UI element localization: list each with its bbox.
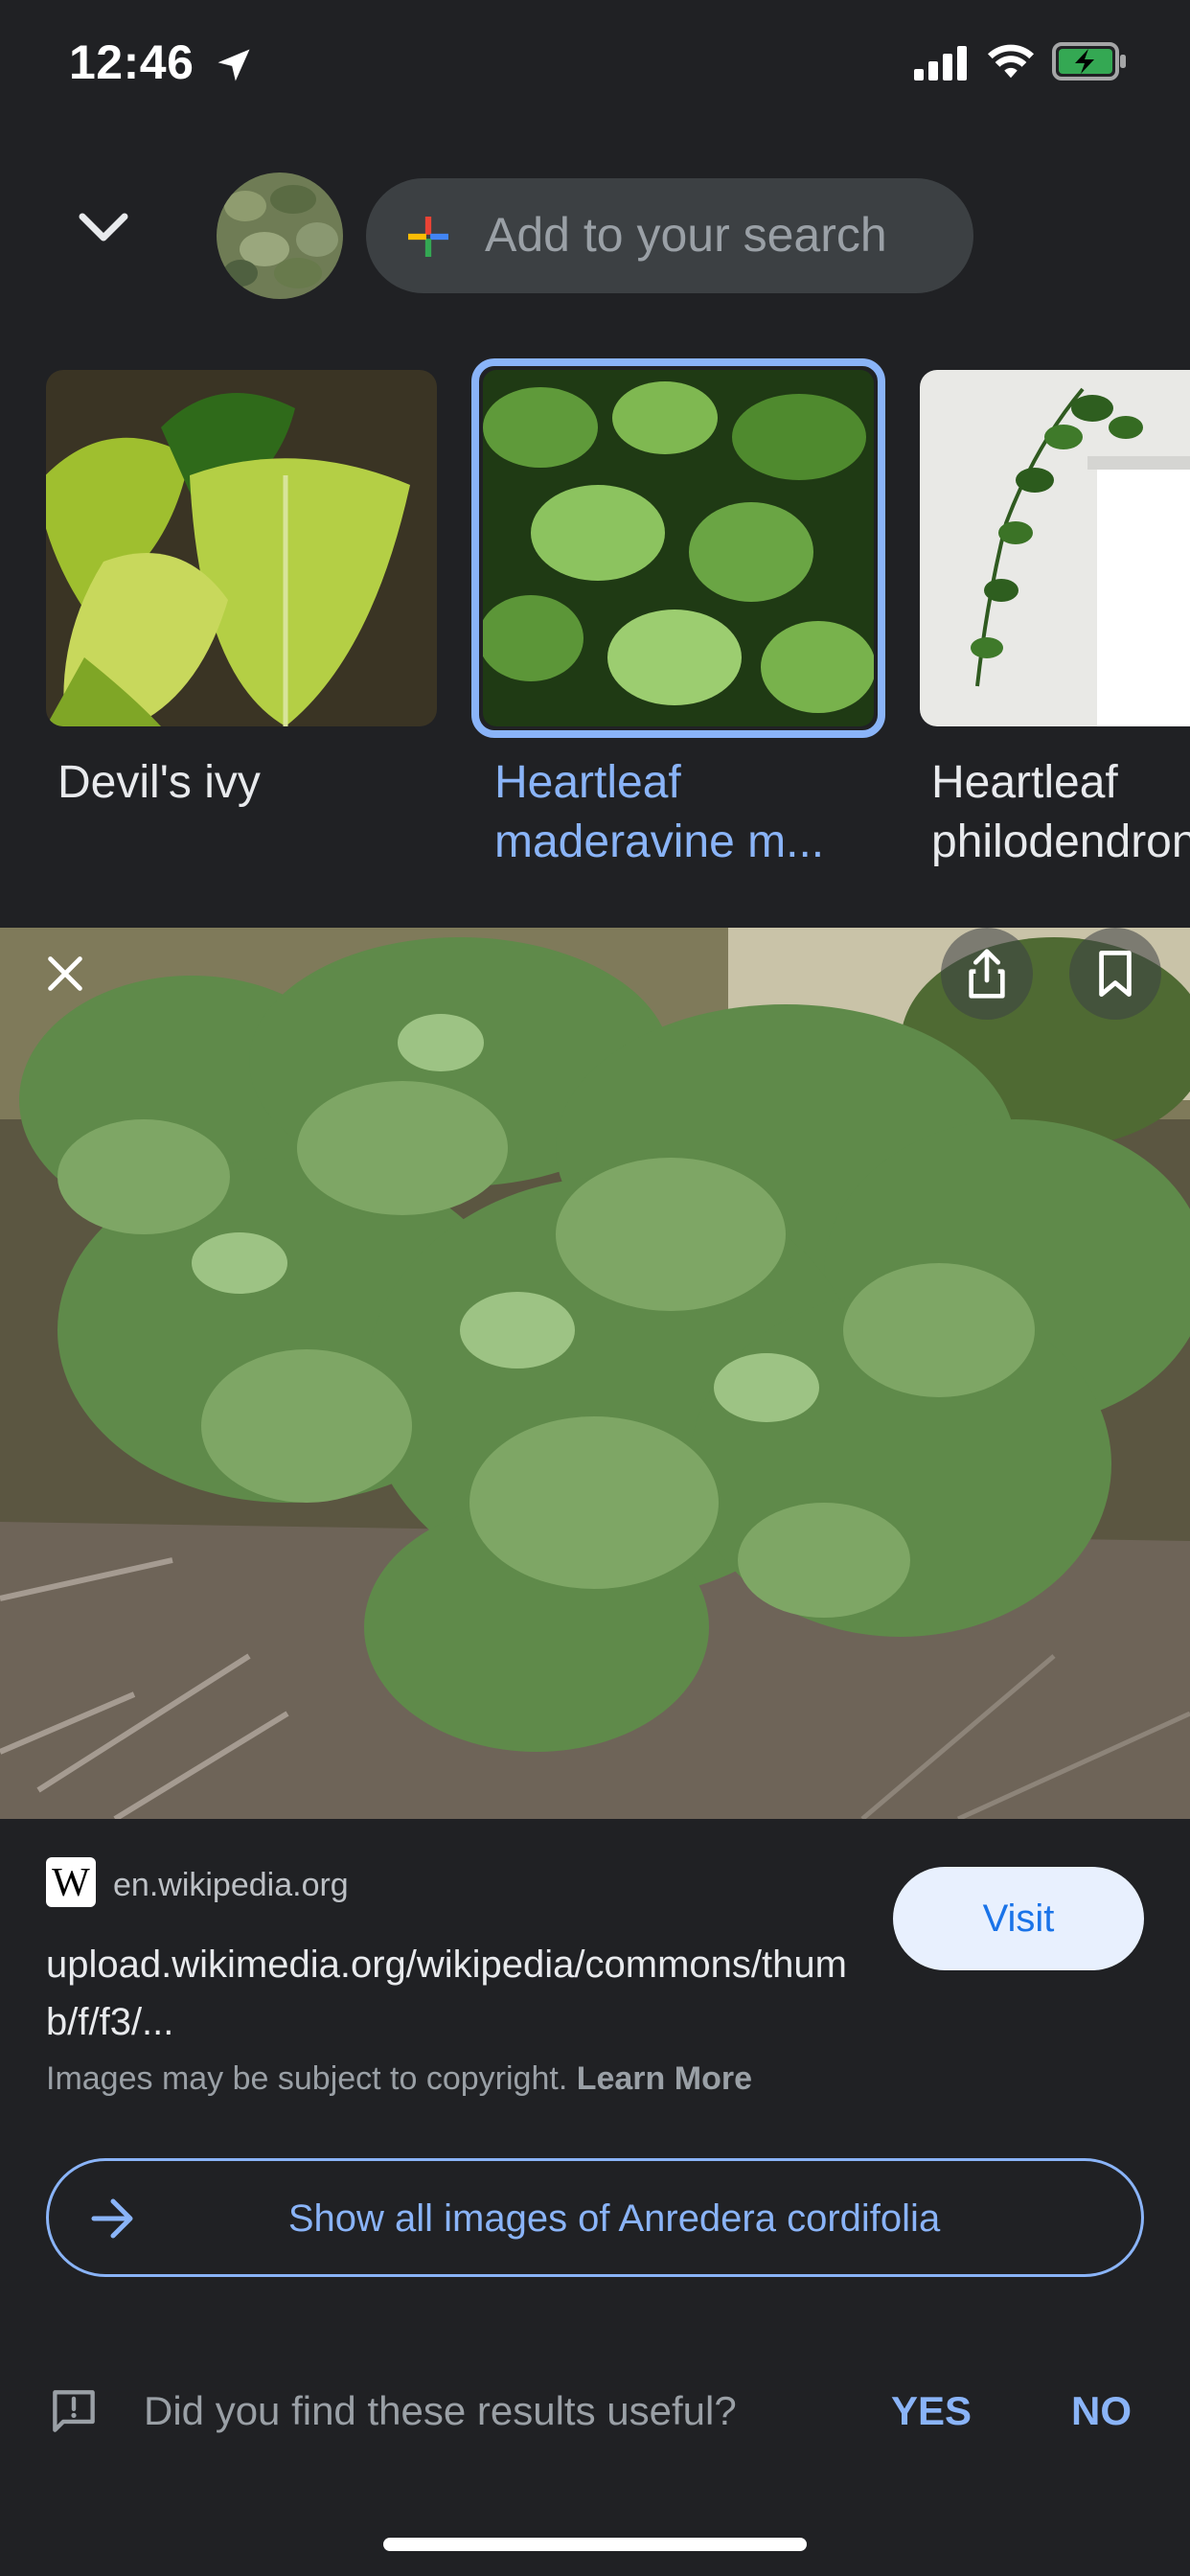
feedback-question: Did you find these results useful? — [144, 2388, 737, 2433]
location-arrow-icon — [217, 49, 250, 81]
copyright-notice: Images may be subject to copyright. Lear… — [46, 2060, 752, 2098]
learn-more-link[interactable]: Learn More — [577, 2060, 752, 2097]
feedback-yes-button[interactable]: YES — [891, 2388, 972, 2434]
status-time: 12:46 — [69, 35, 195, 89]
home-indicator[interactable] — [383, 2538, 807, 2551]
result-card-heartleaf-maderavine[interactable] — [483, 370, 874, 726]
signal-icon — [914, 46, 967, 80]
share-icon — [969, 949, 1005, 999]
battery-charging-icon — [1052, 42, 1126, 80]
query-image-thumbnail[interactable] — [217, 172, 343, 299]
main-result-image[interactable] — [0, 928, 1190, 1819]
visit-button[interactable]: Visit — [893, 1867, 1144, 1970]
wikipedia-logo-icon: W — [46, 1857, 96, 1907]
bookmark-icon — [1099, 951, 1132, 997]
show-all-label: Show all images of Anredera cordifolia — [287, 2197, 941, 2240]
feedback-icon — [53, 2390, 95, 2432]
add-to-search-input[interactable]: Add to your search — [366, 178, 973, 293]
card-label-devils-ivy[interactable]: Devil's ivy — [57, 753, 460, 813]
card-label-heartleaf-maderavine[interactable]: Heartleaf maderavine m... — [494, 753, 878, 872]
copyright-text: Images may be subject to copyright. — [46, 2060, 568, 2097]
close-icon — [48, 956, 82, 991]
show-all-images-button[interactable]: Show all images of Anredera cordifolia — [46, 2158, 1144, 2277]
wifi-icon — [987, 44, 1035, 79]
image-url: upload.wikimedia.org/wikipedia/commons/t… — [46, 1944, 847, 2043]
share-button[interactable] — [941, 928, 1033, 1020]
result-card-devils-ivy[interactable] — [46, 370, 437, 726]
chevron-down-icon[interactable] — [77, 207, 130, 249]
source-domain: en.wikipedia.org — [113, 1867, 349, 1903]
search-placeholder: Add to your search — [485, 208, 887, 262]
google-plus-icon — [408, 217, 448, 257]
result-card-heartleaf-philodendron[interactable] — [920, 370, 1190, 726]
bookmark-button[interactable] — [1069, 928, 1161, 1020]
feedback-no-button[interactable]: NO — [1071, 2388, 1132, 2434]
card-label-heartleaf-philodendron[interactable]: Heartleaf philodendron — [931, 753, 1190, 872]
